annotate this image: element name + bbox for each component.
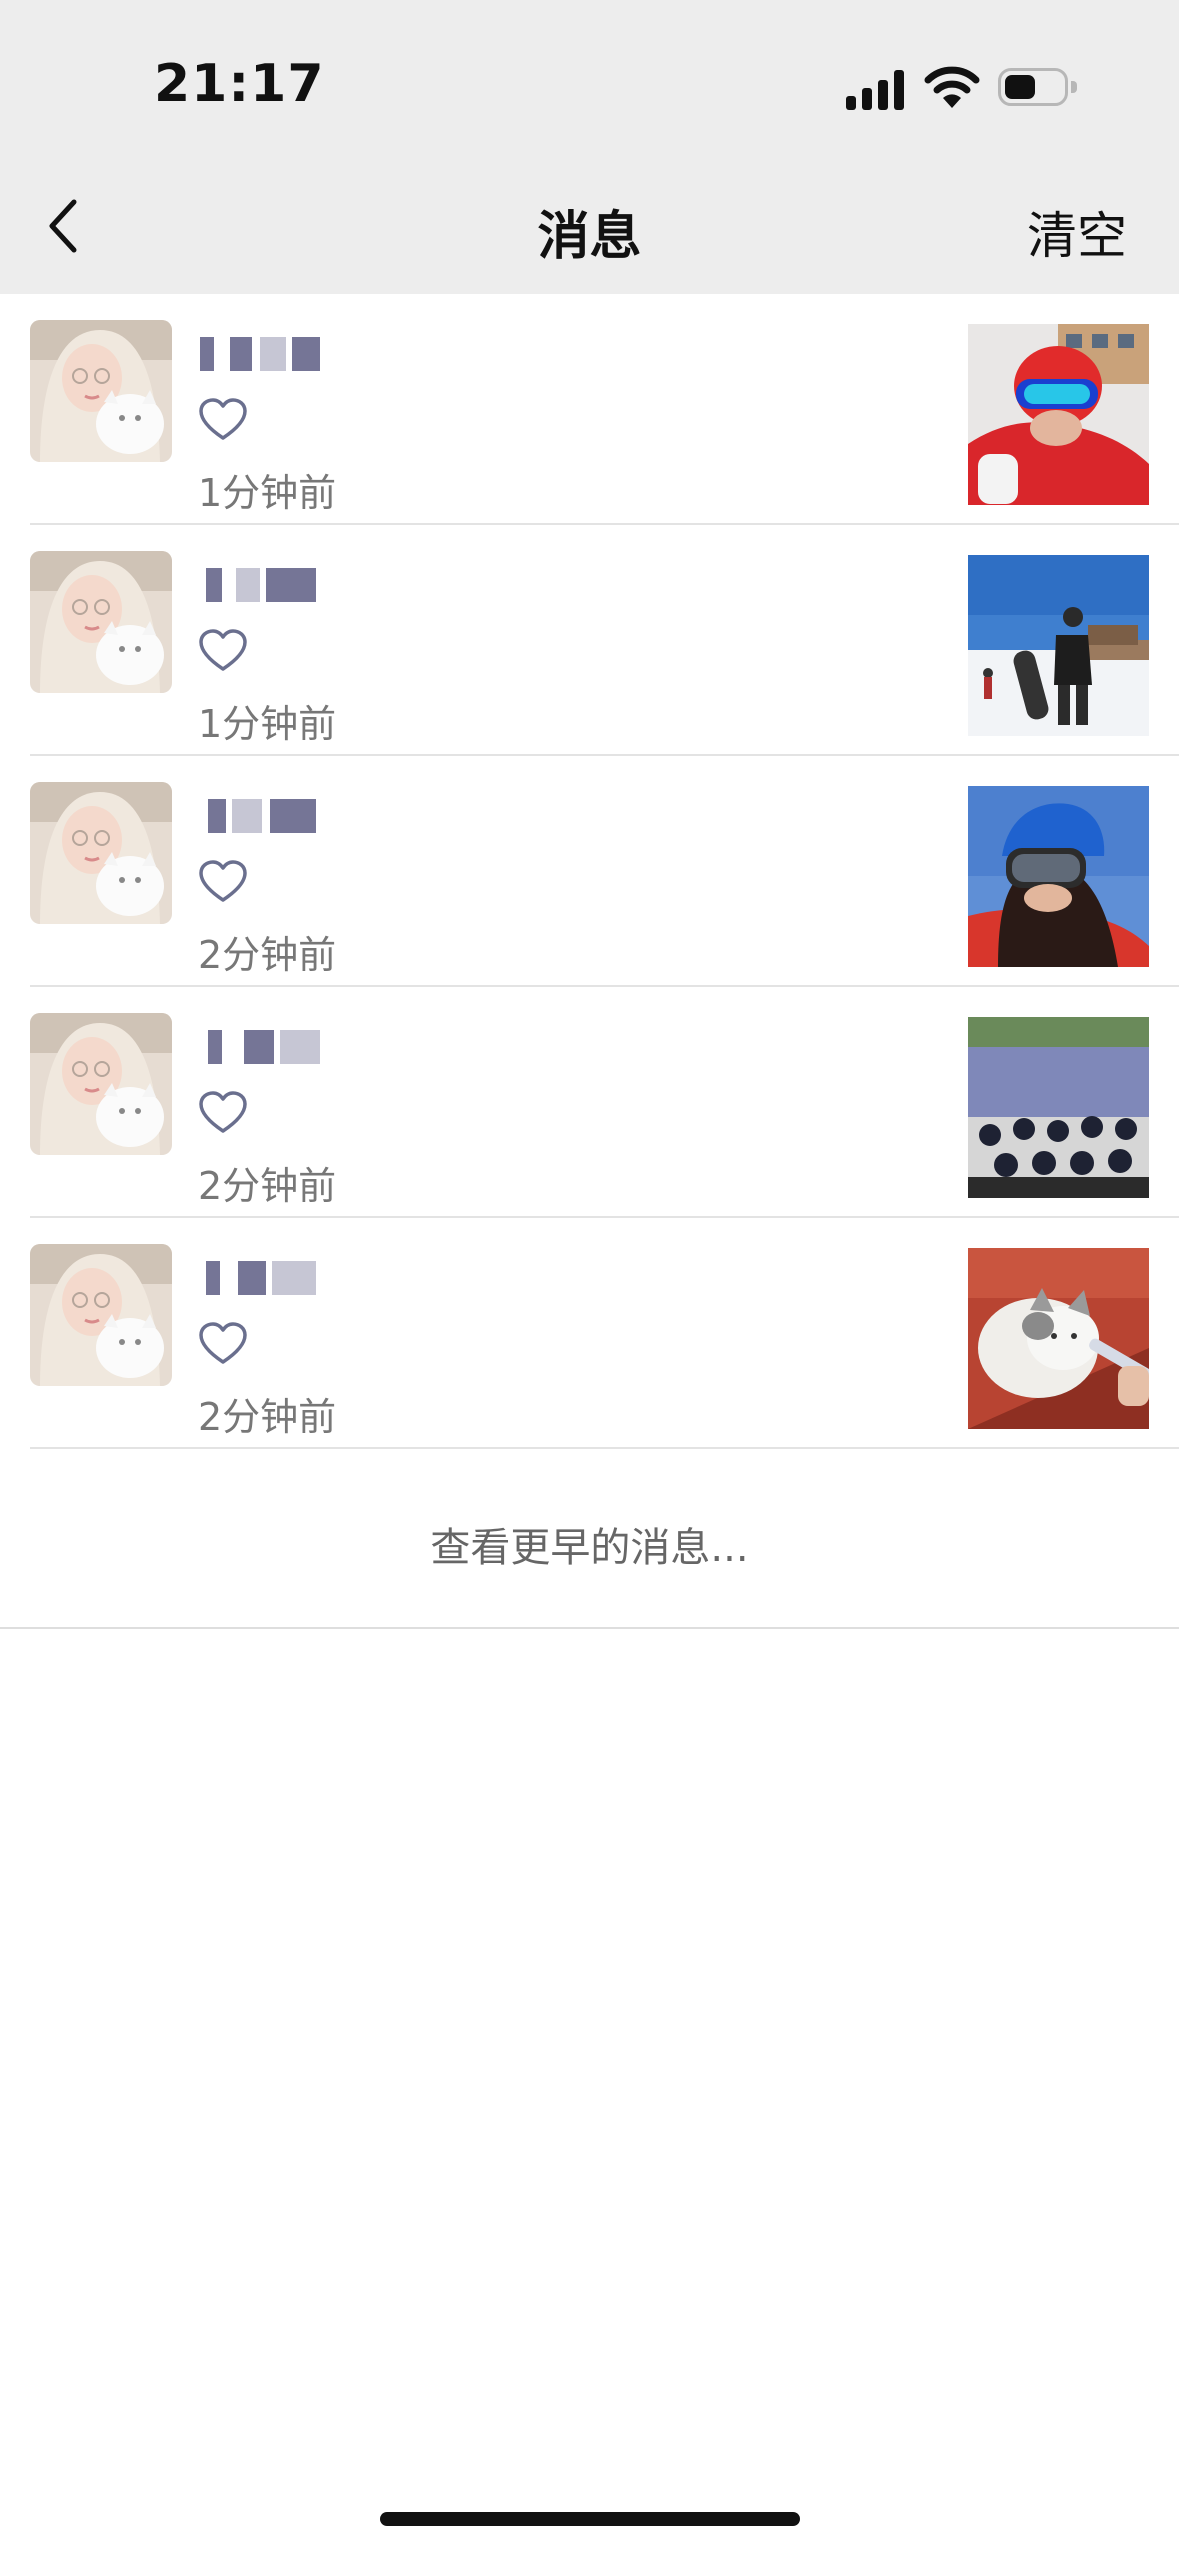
heart-outline-icon: [199, 860, 247, 902]
cat-photo[interactable]: [968, 1248, 1149, 1429]
avatar[interactable]: [30, 320, 172, 462]
list-item[interactable]: 2分钟前: [0, 987, 1179, 1218]
avatar[interactable]: [30, 1244, 172, 1386]
heart-outline-icon: [199, 1091, 247, 1133]
clear-button[interactable]: 清空: [1027, 196, 1127, 268]
heart-outline-icon: [199, 629, 247, 671]
list-item[interactable]: 2分钟前: [0, 1218, 1179, 1449]
view-earlier-messages-label: 查看更早的消息...: [430, 1525, 749, 1571]
message-time: 2分钟前: [198, 933, 337, 977]
skier-red-helmet-photo[interactable]: [968, 324, 1149, 505]
snowboarder-photo[interactable]: [968, 555, 1149, 736]
user-name-redacted: [200, 565, 330, 605]
list-item[interactable]: 1分钟前: [0, 525, 1179, 756]
view-earlier-messages-button[interactable]: 查看更早的消息...: [0, 1449, 1179, 1629]
skier-blue-helmet-photo[interactable]: [968, 786, 1149, 967]
user-name-redacted: [200, 1027, 330, 1067]
user-name-redacted: [200, 796, 330, 836]
heart-outline-icon: [199, 398, 247, 440]
list-item[interactable]: 1分钟前: [0, 294, 1179, 525]
avatar[interactable]: [30, 1013, 172, 1155]
message-time: 2分钟前: [198, 1164, 337, 1208]
wifi-icon: [924, 66, 980, 108]
page-title: 消息: [537, 207, 642, 267]
message-time: 2分钟前: [198, 1395, 337, 1439]
message-time: 1分钟前: [198, 702, 337, 746]
header: 21:17 消息 清空: [0, 0, 1179, 294]
go-kart-group-photo[interactable]: [968, 1017, 1149, 1198]
avatar[interactable]: [30, 551, 172, 693]
avatar[interactable]: [30, 782, 172, 924]
battery-icon: [998, 68, 1078, 106]
message-time: 1分钟前: [198, 471, 337, 515]
cellular-signal-icon: [846, 68, 904, 110]
status-time: 21:17: [154, 54, 325, 114]
heart-outline-icon: [199, 1322, 247, 1364]
home-indicator: [380, 2512, 800, 2526]
list-item[interactable]: 2分钟前: [0, 756, 1179, 987]
message-list: 1分钟前 1分钟前 2分钟前 2分钟前 2分钟前 查看更早的消息...: [0, 294, 1179, 1629]
user-name-redacted: [200, 334, 330, 374]
user-name-redacted: [200, 1258, 330, 1298]
